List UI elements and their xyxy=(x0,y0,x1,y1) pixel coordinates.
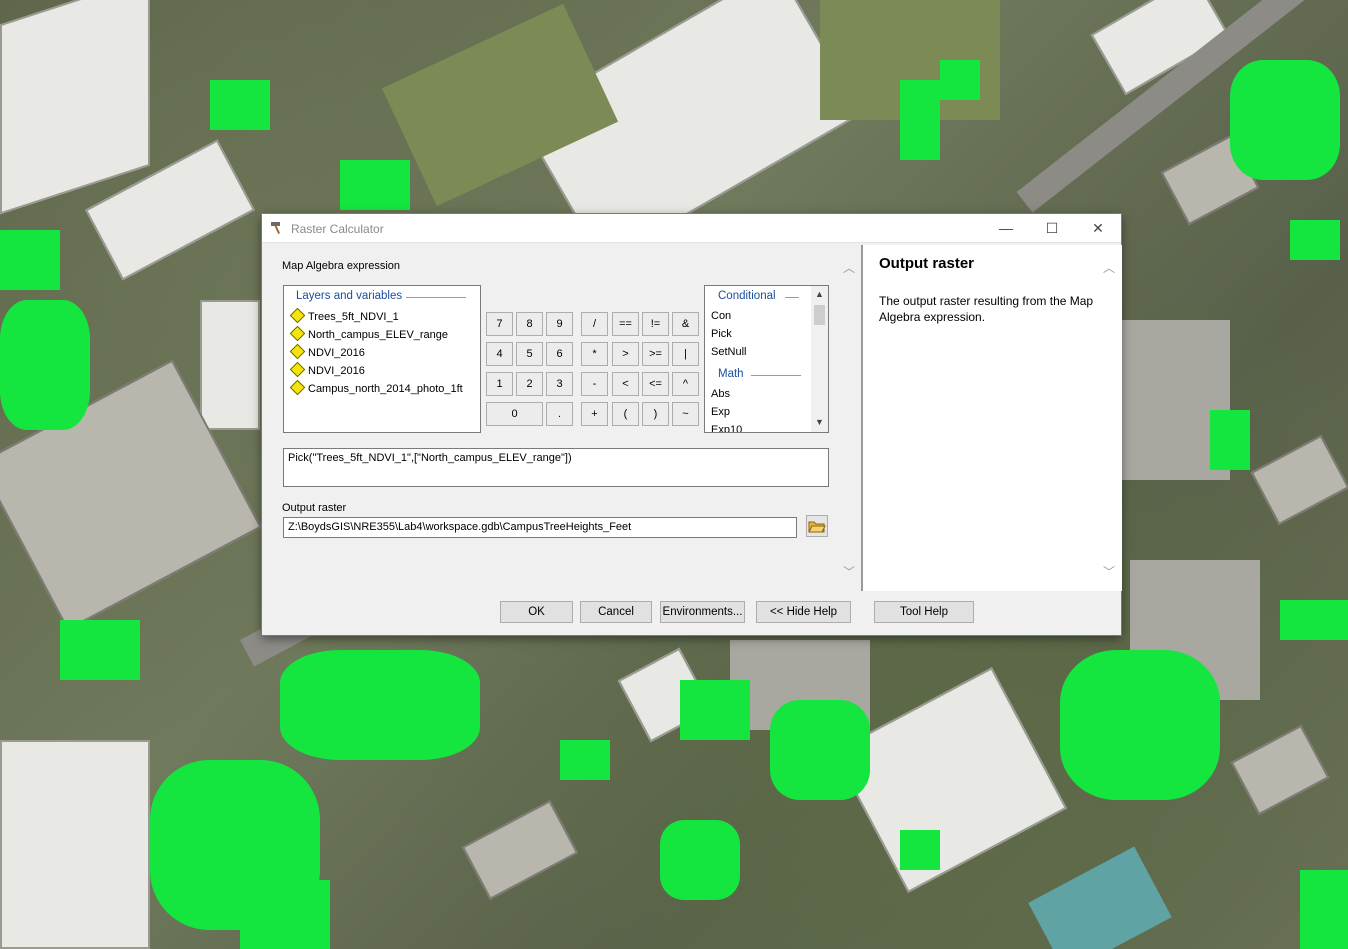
layers-list[interactable]: Layers and variables Trees_5ft_NDVI_1 No… xyxy=(283,285,481,433)
title-bar[interactable]: Raster Calculator — ☐ ✕ xyxy=(262,214,1121,243)
expression-field[interactable]: Pick("Trees_5ft_NDVI_1",["North_campus_E… xyxy=(283,448,829,487)
hammer-icon xyxy=(270,221,286,235)
math-header-rule xyxy=(751,375,801,376)
hide-help-button[interactable]: << Hide Help xyxy=(756,601,851,623)
key-open-paren[interactable]: ( xyxy=(612,402,639,426)
math-header: Math xyxy=(718,368,744,380)
output-raster-label: Output raster xyxy=(282,502,347,514)
key-1[interactable]: 1 xyxy=(486,372,513,396)
expression-label: Map Algebra expression xyxy=(282,260,401,272)
help-pane: Output raster The output raster resultin… xyxy=(861,245,1122,591)
pane-scroll-up-icon[interactable]: ︿ xyxy=(843,259,855,276)
conditional-header-rule xyxy=(785,297,799,298)
key-equal[interactable]: == xyxy=(612,312,639,336)
raster-calculator-dialog: Raster Calculator — ☐ ✕ Map Algebra expr… xyxy=(262,214,1122,635)
scroll-up-icon[interactable]: ▲ xyxy=(811,289,828,299)
function-item[interactable]: Exp10 xyxy=(711,424,742,432)
key-decimal[interactable]: . xyxy=(546,402,573,426)
scroll-down-icon[interactable]: ▼ xyxy=(811,417,828,427)
layers-header: Layers and variables xyxy=(296,290,403,302)
key-4[interactable]: 4 xyxy=(486,342,513,366)
function-item[interactable]: Con xyxy=(711,310,731,322)
key-7[interactable]: 7 xyxy=(486,312,513,336)
browse-button[interactable] xyxy=(806,515,828,537)
key-and[interactable]: & xyxy=(672,312,699,336)
output-raster-text: Z:\BoydsGIS\NRE355\Lab4\workspace.gdb\Ca… xyxy=(288,521,632,533)
pane-scroll-down-icon[interactable]: ﹀ xyxy=(843,563,855,580)
minimize-button[interactable]: — xyxy=(983,214,1029,242)
key-minus[interactable]: - xyxy=(581,372,608,396)
scroll-thumb[interactable] xyxy=(814,305,825,325)
tool-help-button[interactable]: Tool Help xyxy=(874,601,974,623)
function-item[interactable]: SetNull xyxy=(711,346,746,358)
environments-button[interactable]: Environments... xyxy=(660,601,745,623)
key-less-equal[interactable]: <= xyxy=(642,372,669,396)
key-divide[interactable]: / xyxy=(581,312,608,336)
key-xor[interactable]: ^ xyxy=(672,372,699,396)
layer-item[interactable]: NDVI_2016 xyxy=(289,361,365,380)
key-close-paren[interactable]: ) xyxy=(642,402,669,426)
key-multiply[interactable]: * xyxy=(581,342,608,366)
help-title: Output raster xyxy=(879,255,975,272)
key-5[interactable]: 5 xyxy=(516,342,543,366)
layer-item[interactable]: NDVI_2016 xyxy=(289,343,365,362)
functions-list[interactable]: Conditional Con Pick SetNull Math Abs Ex… xyxy=(704,285,829,433)
layer-item[interactable]: North_campus_ELEV_range xyxy=(289,325,448,344)
ok-button[interactable]: OK xyxy=(500,601,573,623)
help-scroll-up-icon[interactable]: ︿ xyxy=(1103,259,1115,276)
key-2[interactable]: 2 xyxy=(516,372,543,396)
conditional-header: Conditional xyxy=(718,290,776,302)
key-or[interactable]: | xyxy=(672,342,699,366)
help-scroll-down-icon[interactable]: ﹀ xyxy=(1103,563,1115,580)
functions-scrollbar[interactable]: ▲ ▼ xyxy=(811,286,828,432)
cancel-button[interactable]: Cancel xyxy=(580,601,652,623)
key-0[interactable]: 0 xyxy=(486,402,543,426)
key-less[interactable]: < xyxy=(612,372,639,396)
key-not-equal[interactable]: != xyxy=(642,312,669,336)
raster-layer-icon xyxy=(289,325,306,342)
key-plus[interactable]: + xyxy=(581,402,608,426)
raster-layer-icon xyxy=(289,361,306,378)
function-item[interactable]: Abs xyxy=(711,388,730,400)
key-8[interactable]: 8 xyxy=(516,312,543,336)
key-greater-equal[interactable]: >= xyxy=(642,342,669,366)
folder-open-icon xyxy=(807,521,827,539)
key-3[interactable]: 3 xyxy=(546,372,573,396)
layer-item[interactable]: Trees_5ft_NDVI_1 xyxy=(289,307,399,326)
raster-layer-icon xyxy=(289,379,306,396)
help-description: The output raster resulting from the Map… xyxy=(879,294,1094,324)
expression-text: Pick("Trees_5ft_NDVI_1",["North_campus_E… xyxy=(288,452,572,464)
layer-item[interactable]: Campus_north_2014_photo_1ft xyxy=(289,379,463,398)
raster-layer-icon xyxy=(289,343,306,360)
key-6[interactable]: 6 xyxy=(546,342,573,366)
tool-pane: Map Algebra expression Layers and variab… xyxy=(270,245,860,591)
close-button[interactable]: ✕ xyxy=(1075,214,1121,242)
key-9[interactable]: 9 xyxy=(546,312,573,336)
function-item[interactable]: Exp xyxy=(711,406,730,418)
key-not[interactable]: ~ xyxy=(672,402,699,426)
layers-header-rule xyxy=(406,297,466,298)
maximize-button[interactable]: ☐ xyxy=(1029,214,1075,242)
function-item[interactable]: Pick xyxy=(711,328,732,340)
raster-layer-icon xyxy=(289,307,306,324)
output-raster-field[interactable]: Z:\BoydsGIS\NRE355\Lab4\workspace.gdb\Ca… xyxy=(283,517,797,538)
window-title: Raster Calculator xyxy=(291,222,384,236)
key-greater[interactable]: > xyxy=(612,342,639,366)
